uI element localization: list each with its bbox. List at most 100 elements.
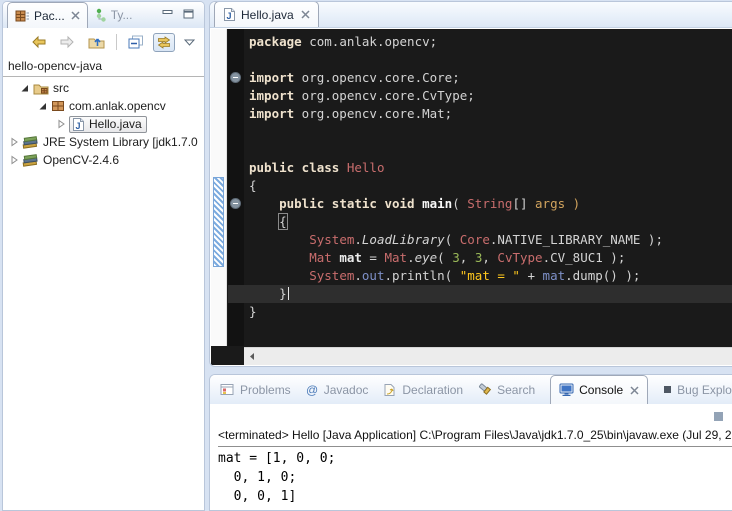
- range-indicator: [213, 177, 224, 267]
- code-line[interactable]: System.LoadLibrary( Core.NATIVE_LIBRARY_…: [244, 231, 732, 249]
- console-output-line: 0, 0, 1]: [218, 487, 335, 506]
- view-window-buttons: [162, 6, 204, 24]
- view-menu-icon[interactable]: [181, 36, 198, 49]
- up-into-folder-icon[interactable]: [85, 32, 108, 52]
- close-icon[interactable]: [630, 386, 639, 395]
- code-line[interactable]: import org.opencv.core.CvType;: [244, 87, 732, 105]
- tab-label: Pac...: [34, 9, 65, 23]
- package-explorer-icon: [15, 9, 30, 23]
- expanded-arrow-icon[interactable]: [37, 101, 48, 111]
- console-view: Problems @ Javadoc Declaration Search Console…: [209, 374, 732, 511]
- code-line[interactable]: [244, 51, 732, 69]
- tab-label: Search: [497, 383, 535, 397]
- code-line[interactable]: package com.anlak.opencv;: [244, 33, 732, 51]
- link-with-editor-icon[interactable]: [153, 33, 175, 52]
- collapsed-arrow-icon[interactable]: [55, 119, 66, 129]
- editor-area: J Hello.java package com.anlak.opencv; im…: [209, 1, 732, 367]
- tab-hello-java[interactable]: J Hello.java: [214, 1, 319, 27]
- tab-search[interactable]: Search: [478, 383, 535, 397]
- package-icon: [51, 100, 65, 112]
- code-editor[interactable]: package com.anlak.opencv; import org.open…: [211, 29, 732, 365]
- text-caret: [288, 287, 289, 300]
- search-icon: [478, 383, 492, 396]
- tab-declaration[interactable]: Declaration: [383, 383, 463, 397]
- svg-text:@: @: [306, 383, 318, 396]
- console-output-line: mat = [1, 0, 0;: [218, 449, 335, 468]
- tab-javadoc[interactable]: @ Javadoc: [306, 383, 369, 397]
- tab-bug-explorer[interactable]: Bug Explorer: [663, 383, 732, 397]
- vertical-ruler[interactable]: [211, 29, 227, 346]
- maximize-icon[interactable]: [183, 6, 194, 24]
- type-hierarchy-icon: [95, 8, 107, 22]
- code-line[interactable]: [244, 123, 732, 141]
- tree-item-hello-java[interactable]: JHello.java: [3, 115, 204, 133]
- code-line[interactable]: public static void main( String[] args ): [244, 195, 732, 213]
- close-icon[interactable]: [71, 11, 80, 20]
- expanded-arrow-icon[interactable]: [19, 83, 30, 93]
- close-icon[interactable]: [301, 10, 310, 19]
- editor-tab-bar: J Hello.java: [210, 2, 732, 28]
- console-tab-bar: Problems @ Javadoc Declaration Search Console…: [210, 375, 732, 404]
- fold-collapse-icon[interactable]: [230, 72, 241, 83]
- tab-label: Declaration: [402, 383, 463, 397]
- code-line-current[interactable]: }: [228, 285, 732, 303]
- collapsed-arrow-icon[interactable]: [8, 155, 19, 165]
- library-icon: [22, 153, 39, 167]
- java-file-icon: J: [223, 7, 236, 22]
- code-text[interactable]: package com.anlak.opencv; import org.open…: [244, 33, 732, 321]
- code-line[interactable]: import org.opencv.core.Mat;: [244, 105, 732, 123]
- library-icon: [22, 135, 39, 149]
- source-folder-icon: [33, 82, 49, 95]
- declaration-icon: [383, 383, 397, 397]
- horizontal-scrollbar[interactable]: [244, 347, 732, 365]
- fold-collapse-icon[interactable]: [230, 198, 241, 209]
- tree-item-label: JRE System Library [jdk1.7.0: [43, 135, 198, 149]
- back-arrow-icon[interactable]: [27, 32, 50, 52]
- console-icon: [559, 383, 574, 397]
- tab-package-explorer[interactable]: Pac...: [7, 2, 88, 28]
- javadoc-icon: @: [306, 383, 319, 396]
- tree-item-label: src: [53, 81, 69, 95]
- code-line[interactable]: [244, 141, 732, 159]
- console-output[interactable]: mat = [1, 0, 0; 0, 1, 0; 0, 0, 1]: [218, 449, 335, 506]
- forward-arrow-icon[interactable]: [56, 32, 79, 52]
- code-line[interactable]: public class Hello: [244, 159, 732, 177]
- tree-item-com-anlak-opencv[interactable]: com.anlak.opencv: [3, 97, 204, 115]
- collapsed-arrow-icon[interactable]: [8, 137, 19, 147]
- code-line[interactable]: }: [244, 303, 732, 321]
- code-line[interactable]: {: [244, 213, 732, 231]
- java-file-icon: J: [72, 117, 85, 132]
- tree-item-opencv-2-4-6[interactable]: OpenCV-2.4.6: [3, 151, 204, 169]
- console-output-line: 0, 1, 0;: [218, 468, 335, 487]
- tab-label: Console: [579, 383, 623, 397]
- package-explorer-view: Pac... Ty...: [2, 1, 205, 511]
- problems-icon: [220, 383, 235, 396]
- code-line[interactable]: Mat mat = Mat.eye( 3, 3, CvType.CV_8UC1 …: [244, 249, 732, 267]
- tree-item-src[interactable]: src: [3, 79, 204, 97]
- tree-item-jre-system-library-jdk1-7-0[interactable]: JRE System Library [jdk1.7.0: [3, 133, 204, 151]
- project-label[interactable]: hello-opencv-java: [3, 56, 204, 75]
- console-toolbar-icon[interactable]: [714, 412, 723, 421]
- tab-label: Bug Explorer: [677, 383, 732, 397]
- tab-label: Problems: [240, 383, 291, 397]
- tab-console[interactable]: Console: [550, 375, 648, 404]
- toolbar-separator: [116, 34, 117, 50]
- tree-item-label: com.anlak.opencv: [69, 99, 166, 113]
- tab-type-hierarchy[interactable]: Ty...: [88, 2, 140, 28]
- scroll-left-icon[interactable]: [248, 352, 256, 361]
- eclipse-workbench: Pac... Ty...: [0, 0, 732, 511]
- project-divider: [3, 76, 204, 77]
- left-panel-tab-bar: Pac... Ty...: [3, 2, 204, 28]
- tab-label: Hello.java: [241, 8, 294, 22]
- package-explorer-toolbar: [3, 28, 204, 56]
- code-line[interactable]: {: [244, 177, 732, 195]
- minimize-icon[interactable]: [162, 6, 173, 24]
- tree-item-label: OpenCV-2.4.6: [43, 153, 119, 167]
- collapse-all-icon[interactable]: [125, 32, 147, 52]
- code-line[interactable]: import org.opencv.core.Core;: [244, 69, 732, 87]
- tab-problems[interactable]: Problems: [220, 383, 291, 397]
- svg-text:J: J: [76, 121, 81, 131]
- code-line[interactable]: System.out.println( "mat = " + mat.dump(…: [244, 267, 732, 285]
- project-tree: srccom.anlak.opencv JHello.java JRE System…: [3, 79, 204, 169]
- tab-label: Javadoc: [324, 383, 369, 397]
